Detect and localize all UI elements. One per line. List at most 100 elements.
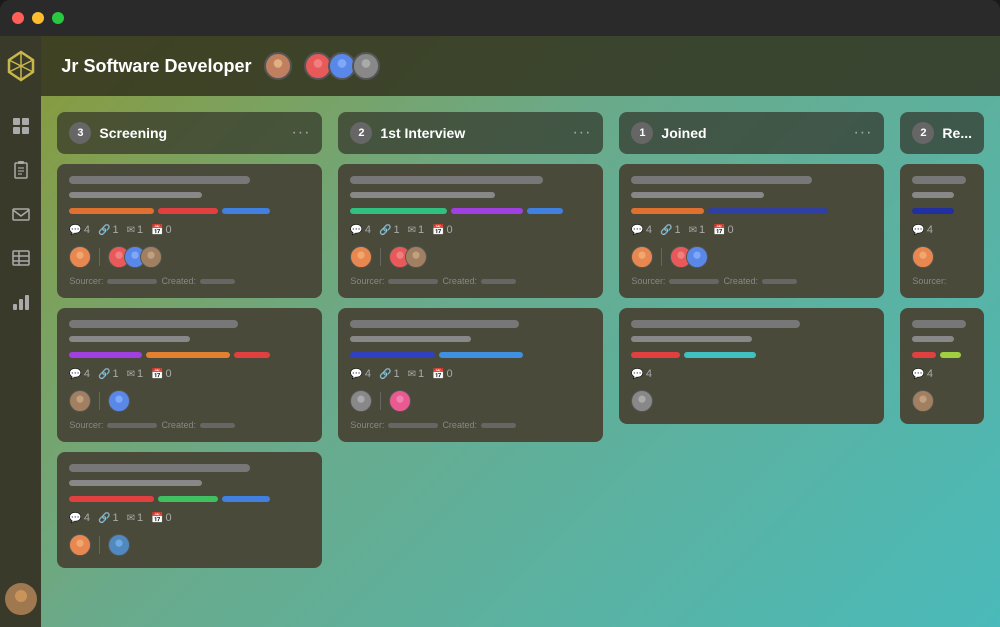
attach-icon-2: 🔗 bbox=[98, 369, 110, 380]
crt-label-i1: Created: bbox=[442, 276, 477, 286]
card-avatar-1 bbox=[69, 246, 91, 268]
sidebar bbox=[0, 36, 41, 627]
card-av-j1-1 bbox=[631, 246, 653, 268]
mail-count-2: ✉1 bbox=[127, 368, 144, 380]
ml-ic-i2: ✉ bbox=[408, 369, 416, 380]
card-av-s2-g1 bbox=[108, 390, 130, 412]
card-title-j1 bbox=[631, 176, 812, 184]
mail-icon-sm: ✉ bbox=[127, 225, 135, 236]
card-joined-1[interactable]: 💬4 🔗1 ✉1 📅0 bbox=[619, 164, 884, 298]
card-screening-1[interactable]: 💬 4 🔗 1 ✉ 1 📅 0 bbox=[57, 164, 322, 298]
cl-ic-i2: 📅 bbox=[432, 369, 444, 380]
cmt-ic-i2: 💬 bbox=[350, 369, 362, 380]
header-avatar-group bbox=[304, 52, 380, 80]
sidebar-item-mail[interactable] bbox=[3, 196, 39, 232]
card-title-s3 bbox=[69, 464, 250, 472]
card-avatars-grp-s2 bbox=[108, 390, 130, 412]
ml-ic-j1: ✉ bbox=[689, 225, 697, 236]
cmt-ic-j1: 💬 bbox=[631, 225, 643, 236]
card-avs-s3 bbox=[69, 534, 91, 556]
sourcer-label-s2: Sourcer: bbox=[69, 420, 103, 430]
sidebar-item-clipboard[interactable] bbox=[3, 152, 39, 188]
div-i2 bbox=[380, 392, 381, 410]
att-ic-j1: 🔗 bbox=[660, 225, 672, 236]
card-avs-grp-j1 bbox=[670, 246, 708, 268]
card-partial-1[interactable]: 💬4 Sourcer: bbox=[900, 164, 984, 298]
column-more-interview[interactable]: ··· bbox=[572, 124, 591, 142]
main-content: Jr Software Developer bbox=[41, 36, 1000, 627]
card-psub-2 bbox=[912, 336, 954, 342]
attach-ic-s3: 🔗 bbox=[98, 513, 110, 524]
card-joined-2[interactable]: 💬4 bbox=[619, 308, 884, 424]
comment-icon-2: 💬 bbox=[69, 369, 81, 380]
card-avatars-screening-1 bbox=[69, 246, 91, 268]
card-avs-grp-i1 bbox=[389, 246, 427, 268]
sidebar-item-table[interactable] bbox=[3, 240, 39, 276]
card-meta-i1: 💬4 🔗1 ✉1 📅0 bbox=[350, 224, 591, 236]
card-screening-3[interactable]: 💬4 🔗1 ✉1 📅0 bbox=[57, 452, 322, 568]
card-av-s2-1 bbox=[69, 390, 91, 412]
sourcer-row-i2: Sourcer: Created: bbox=[350, 420, 591, 430]
page-title: Jr Software Developer bbox=[61, 56, 251, 77]
card-meta-screening-1: 💬 4 🔗 1 ✉ 1 📅 0 bbox=[69, 224, 310, 236]
header-avatar-single bbox=[264, 52, 292, 80]
div-j1 bbox=[661, 248, 662, 266]
card-sub-j1 bbox=[631, 192, 764, 198]
card-footer-j1 bbox=[631, 246, 872, 268]
column-count-joined: 1 bbox=[631, 122, 653, 144]
card-av-i1-1 bbox=[350, 246, 372, 268]
card-avatars-group-1 bbox=[108, 246, 162, 268]
card-partial-2[interactable]: 💬4 bbox=[900, 308, 984, 424]
traffic-light-yellow[interactable] bbox=[32, 12, 44, 24]
cmt-ic-j2: 💬 bbox=[631, 369, 643, 380]
card-title-screening-2 bbox=[69, 320, 238, 328]
card-title-i1 bbox=[350, 176, 543, 184]
app-logo[interactable] bbox=[3, 48, 39, 84]
card-av-j1-g2 bbox=[686, 246, 708, 268]
div-s2 bbox=[99, 392, 100, 410]
card-bars-s3 bbox=[69, 496, 310, 502]
comment-ic-s3: 💬 bbox=[69, 513, 81, 524]
card-screening-2[interactable]: 💬4 🔗1 ✉1 📅0 bbox=[57, 308, 322, 442]
card-av-i2-1 bbox=[350, 390, 372, 412]
card-bars-j2 bbox=[631, 352, 872, 358]
header-avatar-3 bbox=[352, 52, 380, 80]
traffic-light-red[interactable] bbox=[12, 12, 24, 24]
card-interview-1[interactable]: 💬4 🔗1 ✉1 📅0 bbox=[338, 164, 603, 298]
column-first-interview: 2 1st Interview ··· 💬4 🔗1 bbox=[338, 112, 603, 611]
att-ic-i1: 🔗 bbox=[379, 225, 391, 236]
card-title-screening-1 bbox=[69, 176, 250, 184]
column-title-joined: Joined bbox=[661, 125, 845, 141]
cal-ic-s3: 📅 bbox=[151, 513, 163, 524]
sidebar-item-chart[interactable] bbox=[3, 284, 39, 320]
card-avs-j1 bbox=[631, 246, 653, 268]
div-s3 bbox=[99, 536, 100, 554]
card-footer-i2 bbox=[350, 390, 591, 412]
mail-ic-s3: ✉ bbox=[127, 513, 135, 524]
card-title-i2 bbox=[350, 320, 519, 328]
card-footer-i1 bbox=[350, 246, 591, 268]
card-footer-j2 bbox=[631, 390, 872, 412]
card-bars-screening-2 bbox=[69, 352, 310, 358]
card-sub-s3 bbox=[69, 480, 202, 486]
sourcer-row-1: Sourcer: Created: bbox=[69, 276, 310, 286]
created-value bbox=[200, 279, 235, 284]
card-pbars-1 bbox=[912, 208, 972, 214]
sourcer-partial-1: Sourcer: bbox=[912, 276, 972, 286]
card-footer-s3 bbox=[69, 534, 310, 556]
card-interview-2[interactable]: 💬4 🔗1 ✉1 📅0 bbox=[338, 308, 603, 442]
card-sub-i1 bbox=[350, 192, 495, 198]
card-avs-grp-s3 bbox=[108, 534, 130, 556]
sourcer-value bbox=[107, 279, 157, 284]
card-sub-j2 bbox=[631, 336, 752, 342]
attach-num: 1 bbox=[112, 224, 118, 236]
src-label-i2: Sourcer: bbox=[350, 420, 384, 430]
user-avatar[interactable] bbox=[5, 583, 37, 615]
card-avs-j2 bbox=[631, 390, 653, 412]
card-av-j2-1 bbox=[631, 390, 653, 412]
sidebar-item-grid[interactable] bbox=[3, 108, 39, 144]
column-more-joined[interactable]: ··· bbox=[853, 124, 872, 142]
column-more-screening[interactable]: ··· bbox=[291, 124, 310, 142]
card-bars-j1 bbox=[631, 208, 872, 214]
traffic-light-green[interactable] bbox=[52, 12, 64, 24]
